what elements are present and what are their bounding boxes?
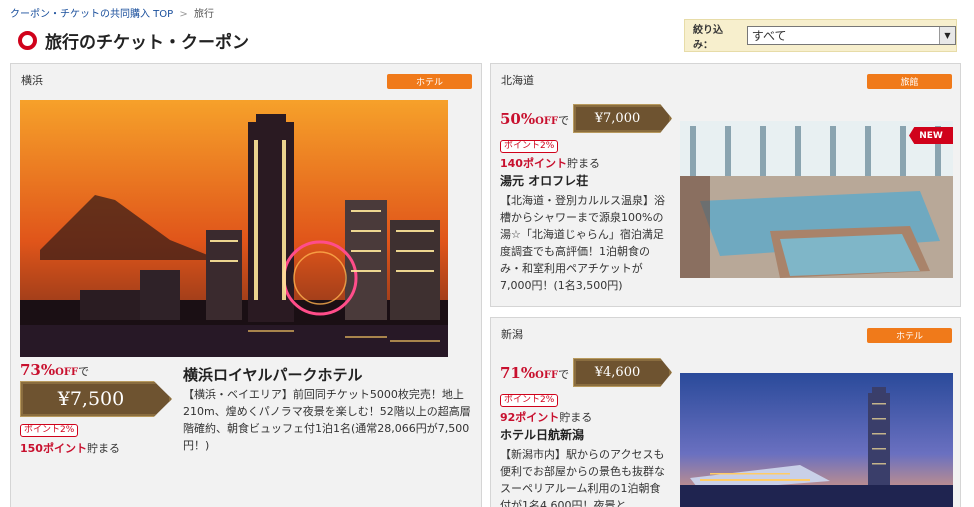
card-region: 横浜 bbox=[21, 74, 43, 87]
points-earned: 150ポイント貯まる bbox=[20, 442, 120, 455]
deal-card-hokkaido[interactable]: 北海道 旅館 50%OFFで ¥7,000 ポイント2% 140ポイント貯まる … bbox=[490, 63, 961, 307]
point-rate-badge: ポイント2% bbox=[500, 394, 559, 407]
hotel-name[interactable]: 横浜ロイヤルパークホテル bbox=[183, 364, 363, 385]
price-value: ¥4,600 bbox=[594, 365, 641, 380]
price-tag[interactable]: ¥4,600 bbox=[573, 358, 672, 387]
breadcrumb-home-link[interactable]: クーポン・チケットの共同購入 TOP bbox=[10, 9, 173, 20]
discount-rate: 50%OFFで bbox=[500, 110, 570, 128]
hotel-name[interactable]: ホテル日航新潟 bbox=[500, 426, 584, 443]
filter-box: 絞り込み： すべて ▼ bbox=[684, 19, 957, 52]
filter-selected-value: すべて bbox=[751, 29, 787, 43]
point-rate-badge: ポイント2% bbox=[500, 140, 559, 153]
points-earned: 92ポイント貯まる bbox=[500, 411, 593, 424]
points-earned: 140ポイント貯まる bbox=[500, 157, 600, 170]
category-badge: ホテル bbox=[867, 328, 952, 343]
deal-card-yokohama[interactable]: 横浜 ホテル 73%OFFで ¥7,500 ポイント2% 150ポイント貯まる … bbox=[10, 63, 482, 507]
niigata-tower-icon bbox=[680, 373, 953, 507]
page-title-row: 旅行のチケット・クーポン bbox=[18, 28, 249, 53]
price-tag[interactable]: ¥7,000 bbox=[573, 104, 672, 133]
breadcrumb-separator: > bbox=[179, 9, 188, 20]
yokohama-skyline-icon bbox=[20, 100, 448, 357]
dropdown-arrow-icon[interactable]: ▼ bbox=[939, 27, 955, 44]
onsen-bath-icon bbox=[680, 121, 953, 278]
deal-card-niigata[interactable]: 新潟 ホテル 71%OFFで ¥4,600 ポイント2% 92ポイント貯まる ホ… bbox=[490, 317, 961, 507]
discount-rate: 73%OFFで bbox=[20, 361, 90, 379]
page-title: 旅行のチケット・クーポン bbox=[45, 33, 249, 53]
price-value: ¥7,000 bbox=[594, 111, 641, 126]
deal-description: 【北海道・登別カルルス温泉】浴槽からシャワーまで源泉100%の湯☆「北海道じゃら… bbox=[500, 194, 665, 292]
hotel-name[interactable]: 湯元 オロフレ荘 bbox=[500, 172, 588, 189]
point-rate-badge: ポイント2% bbox=[20, 424, 79, 437]
discount-rate: 71%OFFで bbox=[500, 364, 570, 382]
red-ring-icon bbox=[18, 31, 37, 50]
card-region: 北海道 bbox=[501, 74, 534, 87]
card-region: 新潟 bbox=[501, 328, 523, 341]
yokohama-night-skyline-photo[interactable] bbox=[20, 100, 448, 357]
new-badge: NEW bbox=[909, 127, 953, 144]
price-value: ¥7,500 bbox=[57, 388, 125, 410]
niigata-tower-sunset-photo[interactable] bbox=[680, 373, 953, 507]
breadcrumb: クーポン・チケットの共同購入 TOP > 旅行 bbox=[10, 5, 214, 20]
category-badge: ホテル bbox=[387, 74, 472, 89]
deal-description: 【横浜・ベイエリア】前回同チケット5000枚完売！地上210m、煌めくパノラマ夜… bbox=[183, 388, 471, 452]
category-badge: 旅館 bbox=[867, 74, 952, 89]
onsen-bath-photo[interactable] bbox=[680, 121, 953, 278]
price-tag[interactable]: ¥7,500 bbox=[20, 381, 172, 417]
filter-select[interactable]: すべて ▼ bbox=[746, 26, 956, 45]
filter-label: 絞り込み： bbox=[693, 24, 723, 51]
breadcrumb-current: 旅行 bbox=[193, 9, 214, 20]
deal-description: 【新潟市内】駅からのアクセスも便利でお部屋からの景色も抜群なスーペリアルーム利用… bbox=[500, 448, 665, 507]
